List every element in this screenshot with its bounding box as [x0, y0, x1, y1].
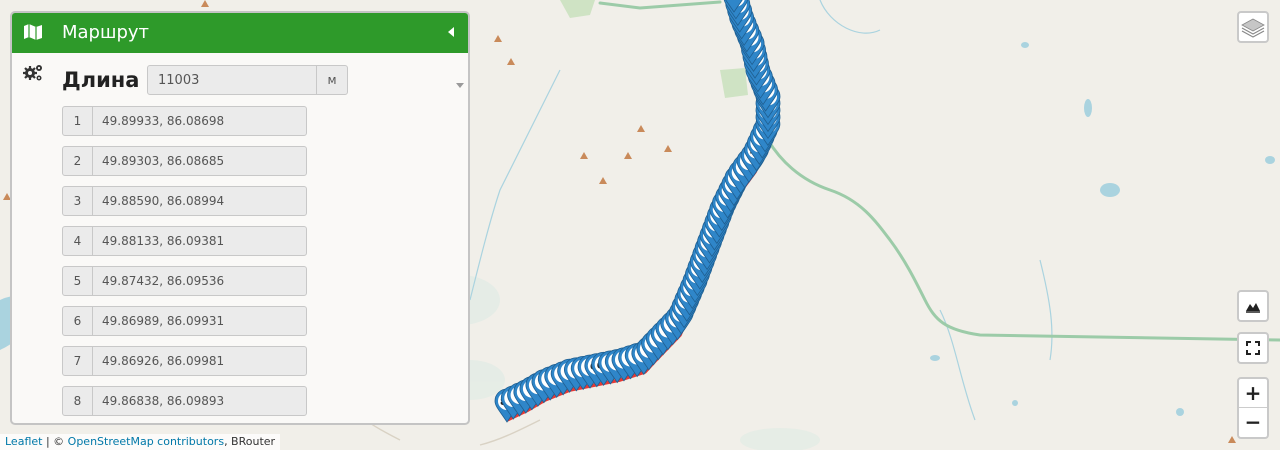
layers-icon	[1241, 18, 1265, 38]
waypoint-coordinates[interactable]: 49.89303, 86.08685	[93, 147, 306, 175]
mountain-icon	[1246, 303, 1260, 313]
fullscreen-button[interactable]	[1237, 332, 1269, 364]
length-unit: м	[316, 65, 348, 95]
map-icon	[24, 24, 42, 40]
fullscreen-icon	[1246, 341, 1260, 355]
zoom-control: + −	[1237, 377, 1269, 439]
zoom-in-button[interactable]: +	[1239, 379, 1267, 408]
gear-icon[interactable]	[22, 63, 44, 83]
waypoint-coordinates[interactable]: 49.86989, 86.09931	[93, 307, 306, 335]
scroll-down-icon[interactable]	[456, 83, 464, 88]
waypoint-row[interactable]: 3 49.88590, 86.08994	[62, 186, 307, 216]
osm-link[interactable]: OpenStreetMap contributors	[68, 435, 224, 448]
layers-button[interactable]	[1237, 11, 1269, 43]
waypoint-row[interactable]: 7 49.86926, 86.09981	[62, 346, 307, 376]
waypoint-coordinates[interactable]: 49.86926, 86.09981	[93, 347, 306, 375]
waypoint-row[interactable]: 4 49.88133, 86.09381	[62, 226, 307, 256]
panel-title: Маршрут	[62, 22, 150, 43]
length-label: Длина	[62, 68, 140, 92]
waypoint-coordinates[interactable]: 49.88133, 86.09381	[93, 227, 306, 255]
panel-header: Маршрут	[12, 13, 468, 53]
waypoint-number: 2	[63, 147, 93, 175]
waypoint-number: 4	[63, 227, 93, 255]
collapse-panel-icon[interactable]	[448, 27, 454, 37]
waypoint-coordinates[interactable]: 49.89933, 86.08698	[93, 107, 306, 135]
waypoint-coordinates[interactable]: 49.88590, 86.08994	[93, 187, 306, 215]
waypoint-number: 5	[63, 267, 93, 295]
waypoint-number: 6	[63, 307, 93, 335]
waypoint-row[interactable]: 1 49.89933, 86.08698	[62, 106, 307, 136]
waypoint-coordinates[interactable]: 49.87432, 86.09536	[93, 267, 306, 295]
brouter-credit: , BRouter	[224, 435, 276, 448]
leaflet-link[interactable]: Leaflet	[5, 435, 42, 448]
map-attribution: Leaflet | © OpenStreetMap contributors, …	[0, 434, 281, 450]
waypoint-coordinates[interactable]: 49.86838, 86.09893	[93, 387, 306, 415]
waypoint-list: 1 49.89933, 86.08698 2 49.89303, 86.08685 3 4…	[62, 106, 307, 423]
waypoint-row[interactable]: 5 49.87432, 86.09536	[62, 266, 307, 296]
waypoint-number: 3	[63, 187, 93, 215]
waypoint-row[interactable]: 6 49.86989, 86.09931	[62, 306, 307, 336]
waypoint-number: 8	[63, 387, 93, 415]
waypoint-number: 1	[63, 107, 93, 135]
waypoint-number: 7	[63, 347, 93, 375]
waypoint-row[interactable]: 2 49.89303, 86.08685	[62, 146, 307, 176]
route-panel: Маршрут Длина м 149.89933, 86.08698249.8…	[10, 11, 470, 425]
length-field[interactable]	[147, 65, 317, 95]
attribution-separator: | ©	[42, 435, 68, 448]
zoom-out-button[interactable]: −	[1239, 408, 1267, 437]
waypoint-row[interactable]: 8 49.86838, 86.09893	[62, 386, 307, 416]
elevation-profile-button[interactable]	[1237, 290, 1269, 322]
